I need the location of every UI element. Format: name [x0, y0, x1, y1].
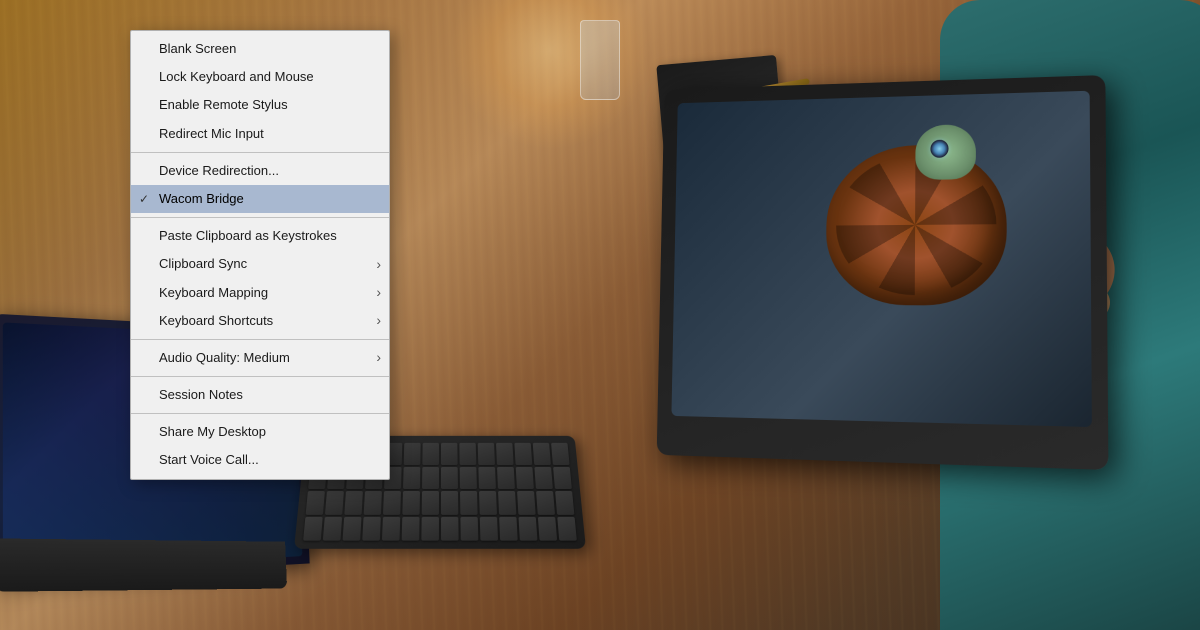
key — [518, 516, 537, 540]
menu-item-label: Redirect Mic Input — [159, 125, 264, 143]
key — [323, 516, 342, 540]
tablet-screen — [671, 91, 1091, 427]
key — [551, 443, 570, 465]
menu-item-audio-quality[interactable]: Audio Quality: Medium — [131, 344, 389, 372]
key — [402, 516, 420, 540]
menu-item-label: Clipboard Sync — [159, 255, 247, 273]
key — [459, 443, 476, 465]
key — [514, 443, 532, 465]
menu-separator — [131, 376, 389, 377]
key — [480, 516, 498, 540]
key — [517, 491, 536, 514]
key — [538, 516, 557, 540]
menu-item-label: Wacom Bridge — [159, 190, 244, 208]
menu-item-wacom-bridge[interactable]: ✓ Wacom Bridge — [131, 185, 389, 213]
key — [344, 491, 363, 514]
menu-item-paste-clipboard[interactable]: Paste Clipboard as Keystrokes — [131, 222, 389, 250]
key — [402, 491, 420, 514]
key — [497, 466, 515, 489]
key — [325, 491, 344, 514]
laptop-keyboard-base — [0, 538, 287, 591]
menu-item-device-redirection[interactable]: Device Redirection... — [131, 157, 389, 185]
menu-item-share-desktop[interactable]: Share My Desktop — [131, 418, 389, 446]
key — [441, 443, 458, 465]
key — [403, 466, 420, 489]
menu-separator — [131, 217, 389, 218]
turtle-eye — [930, 140, 948, 158]
key — [343, 516, 362, 540]
key — [479, 491, 497, 514]
key — [557, 516, 577, 540]
key — [441, 491, 458, 514]
menu-item-label: Start Voice Call... — [159, 451, 259, 469]
key — [383, 491, 401, 514]
turtle-head — [915, 124, 976, 180]
menu-item-keyboard-shortcuts[interactable]: Keyboard Shortcuts — [131, 307, 389, 335]
menu-item-label: Audio Quality: Medium — [159, 349, 290, 367]
menu-item-start-voice[interactable]: Start Voice Call... — [131, 446, 389, 474]
menu-item-label: Device Redirection... — [159, 162, 279, 180]
context-menu: Blank Screen Lock Keyboard and Mouse Enabl… — [130, 30, 390, 480]
key — [536, 491, 555, 514]
key — [421, 516, 439, 540]
key — [364, 491, 382, 514]
menu-item-label: Enable Remote Stylus — [159, 96, 288, 114]
key — [478, 466, 496, 489]
key — [422, 491, 439, 514]
key — [404, 443, 421, 465]
key — [460, 491, 478, 514]
menu-separator — [131, 413, 389, 414]
key — [303, 516, 323, 540]
key — [441, 466, 458, 489]
menu-item-clipboard-sync[interactable]: Clipboard Sync — [131, 250, 389, 278]
key — [460, 466, 477, 489]
shell-pattern — [835, 154, 996, 296]
key — [553, 466, 572, 489]
key — [422, 443, 439, 465]
key — [555, 491, 574, 514]
key — [306, 491, 325, 514]
menu-item-label: Share My Desktop — [159, 423, 266, 441]
key — [478, 443, 495, 465]
turtle-character — [786, 112, 1071, 401]
key — [534, 466, 553, 489]
turtle-shell — [826, 143, 1007, 306]
key — [533, 443, 551, 465]
menu-item-session-notes[interactable]: Session Notes — [131, 381, 389, 409]
menu-item-redirect-mic[interactable]: Redirect Mic Input — [131, 120, 389, 148]
menu-item-label: Paste Clipboard as Keystrokes — [159, 227, 337, 245]
key — [362, 516, 381, 540]
key — [441, 516, 459, 540]
menu-item-label: Blank Screen — [159, 40, 236, 58]
checkmark-icon: ✓ — [139, 191, 149, 208]
menu-item-label: Keyboard Shortcuts — [159, 312, 273, 330]
menu-separator — [131, 152, 389, 153]
key — [499, 516, 518, 540]
menu-item-label: Session Notes — [159, 386, 243, 404]
menu-item-lock-keyboard[interactable]: Lock Keyboard and Mouse — [131, 63, 389, 91]
key — [496, 443, 514, 465]
drinking-glass — [580, 20, 620, 100]
key — [516, 466, 534, 489]
key — [382, 516, 400, 540]
key — [460, 516, 478, 540]
drawing-tablet — [657, 75, 1109, 470]
key — [422, 466, 439, 489]
key — [498, 491, 516, 514]
lamp-glow — [450, 0, 650, 150]
menu-item-label: Lock Keyboard and Mouse — [159, 68, 314, 86]
menu-item-label: Keyboard Mapping — [159, 284, 268, 302]
menu-item-blank-screen[interactable]: Blank Screen — [131, 35, 389, 63]
menu-separator — [131, 339, 389, 340]
menu-item-keyboard-mapping[interactable]: Keyboard Mapping — [131, 279, 389, 307]
menu-item-enable-stylus[interactable]: Enable Remote Stylus — [131, 91, 389, 119]
